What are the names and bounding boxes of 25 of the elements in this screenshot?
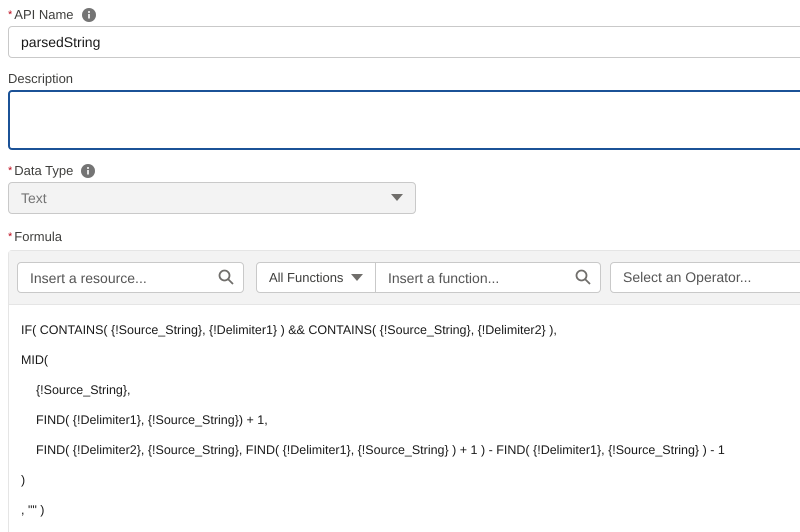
code-line: MID(: [21, 352, 50, 369]
resource-search-field[interactable]: Insert a resource...: [17, 262, 244, 293]
api-name-field[interactable]: parsedString: [8, 26, 800, 58]
info-icon[interactable]: [82, 8, 96, 22]
field-label: Data Type: [14, 162, 74, 180]
code-line: {!Source_String},: [35, 382, 132, 399]
code-line: , "" ): [21, 502, 46, 519]
function-category-dropdown[interactable]: All Functions: [256, 262, 376, 293]
caret-icon: [391, 194, 403, 202]
code-line: IF( CONTAINS( {!Source_String}, {!Delimiter1} ) && CONTAINS( {!Source_String}, {!Delimiter2} ),: [21, 322, 558, 339]
field-label: Description: [8, 70, 74, 88]
field-label: API Name: [14, 6, 74, 24]
function-search-field[interactable]: Insert a function...: [376, 262, 601, 293]
field-label: Formula: [14, 228, 62, 246]
code-line: ): [21, 472, 26, 489]
code-line: FIND( {!Delimiter2}, {!Source_String}, FIND( {!Delimiter1}, {!Source_String} ) + 1 ) - FIND( {!Delimiter1}, {!Source_String} ) - 1: [35, 442, 726, 459]
required-asterisk: *: [8, 8, 12, 23]
search-icon: [218, 269, 234, 285]
operator-select[interactable]: Select an Operator...: [610, 262, 800, 293]
required-asterisk: *: [8, 164, 12, 179]
caret-icon: [351, 274, 363, 282]
code-line: FIND( {!Delimiter1}, {!Source_String}) + 1,: [35, 412, 269, 429]
search-icon: [575, 269, 591, 285]
required-asterisk: *: [8, 230, 12, 245]
text-area[interactable]: [8, 90, 800, 150]
